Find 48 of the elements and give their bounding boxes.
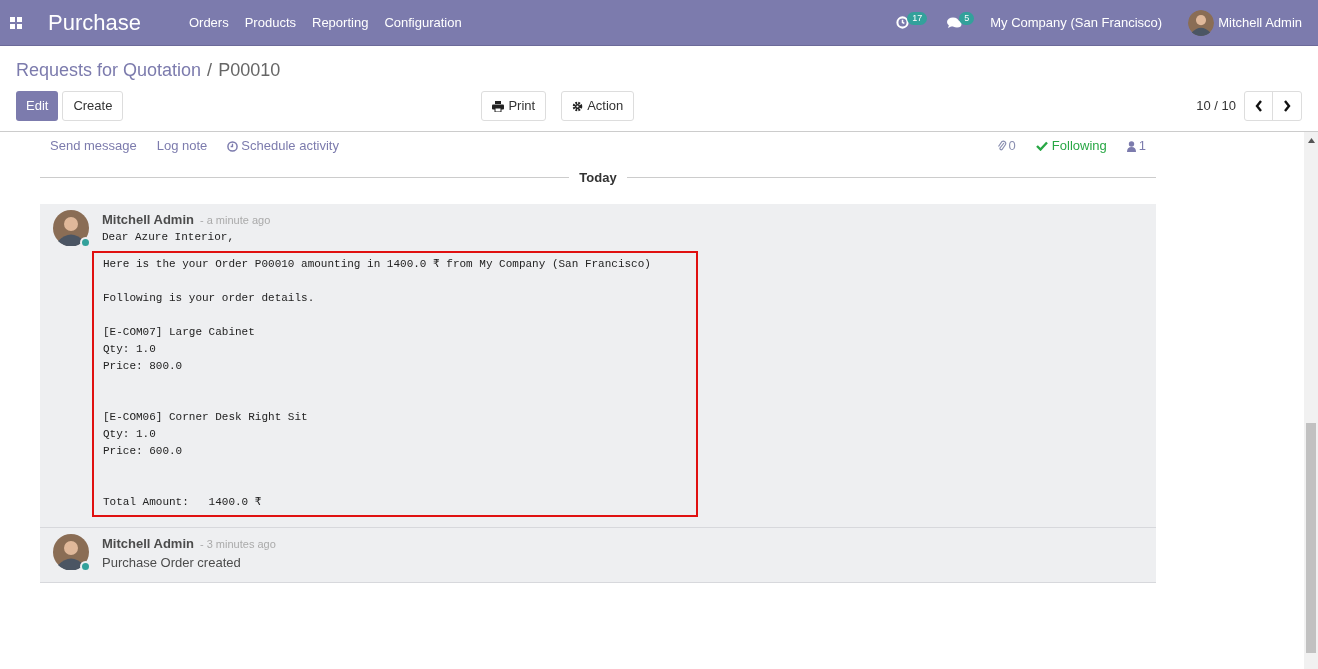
send-message-link[interactable]: Send message: [50, 136, 137, 156]
scrollbar[interactable]: [1304, 132, 1318, 669]
chevron-right-icon: [1283, 100, 1291, 112]
message-author: Mitchell Admin: [102, 535, 194, 553]
gear-icon: [572, 100, 584, 112]
apps-grid-icon[interactable]: [10, 16, 22, 29]
app-title: Purchase: [48, 9, 141, 37]
message-body: Here is the your Order P00010 amounting in 1400.0 ₹ from My Company (San Francisco) Following is your order details. [E-COM07] Large Cabinet Qty: 1.0 Price: 800.0 [E-COM06] Corner Desk Right Sit Qty: 1.0 Price: 600.0 Total Amount: 1400.0 ₹: [92, 251, 698, 517]
printer-icon: [492, 100, 505, 112]
scrollbar-thumb[interactable]: [1306, 423, 1316, 653]
menu-link[interactable]: Products: [236, 12, 304, 33]
person-icon: [1126, 140, 1136, 152]
following-status[interactable]: Following: [1051, 136, 1107, 156]
print-button[interactable]: Print: [481, 91, 547, 121]
message-greeting: Dear Azure Interior,: [102, 230, 236, 245]
schedule-activity-link[interactable]: Schedule activity: [241, 136, 339, 156]
clock-icon[interactable]: [896, 16, 910, 29]
message-author: Mitchell Admin: [102, 211, 194, 229]
breadcrumb-link[interactable]: Requests for Quotation: [16, 56, 202, 84]
pager-counter: 10 / 10: [1196, 97, 1236, 116]
avatar-silhouette: [53, 534, 89, 570]
message-body: Purchase Order created: [102, 554, 242, 572]
log-note-link[interactable]: Log note: [156, 136, 208, 156]
action-button[interactable]: Action: [561, 91, 635, 121]
breadcrumb-separator: /: [207, 58, 213, 82]
user-menu[interactable]: Mitchell Admin: [1218, 12, 1302, 33]
avatar-silhouette: [53, 210, 89, 246]
follower-count[interactable]: 1: [1138, 136, 1146, 156]
clock-icon: [227, 140, 239, 152]
breadcrumb-current: P00010: [218, 58, 281, 82]
menu-link[interactable]: Reporting: [304, 12, 377, 33]
message-count-badge: 5: [959, 12, 975, 25]
paperclip-icon: [996, 140, 1007, 152]
attachment-count[interactable]: 0: [1008, 136, 1016, 156]
menu-link[interactable]: Orders: [180, 12, 237, 33]
company-switcher[interactable]: My Company (San Francisco): [990, 12, 1163, 33]
menu-link[interactable]: Configuration: [376, 12, 470, 33]
create-button[interactable]: Create: [62, 91, 124, 121]
message-date: - 3 minutes ago: [199, 537, 276, 552]
activity-count-badge: 17: [907, 12, 928, 25]
scroll-up-arrow-icon[interactable]: [1307, 138, 1315, 143]
chevron-left-icon: [1254, 100, 1263, 112]
message-date: - a minute ago: [199, 213, 271, 228]
chat-bubbles-icon[interactable]: [947, 16, 963, 29]
date-separator: Today: [578, 168, 618, 187]
checkmark-icon: [1035, 141, 1048, 151]
edit-button[interactable]: Edit: [16, 91, 59, 121]
avatar-silhouette: [1188, 9, 1215, 36]
